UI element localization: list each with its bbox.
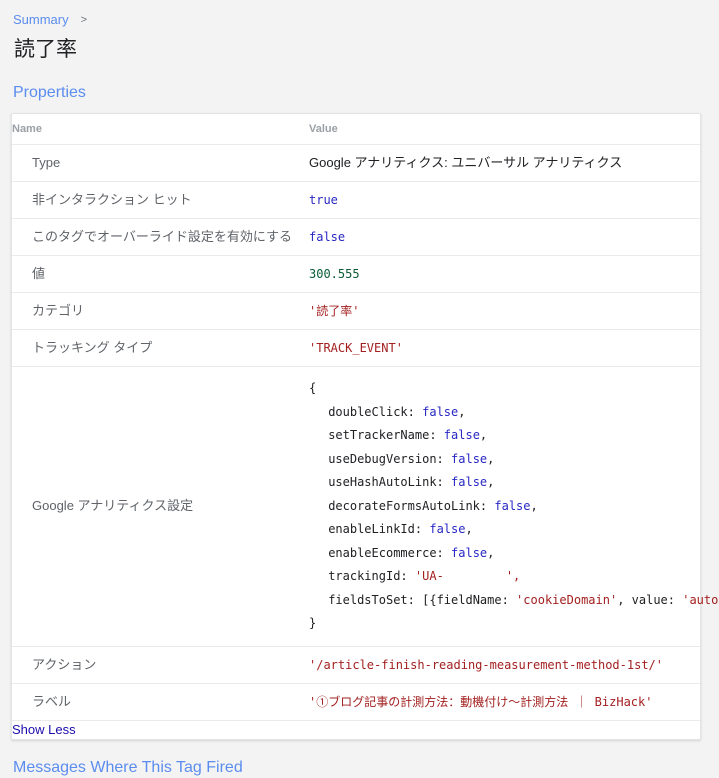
code-value: false [494, 498, 531, 513]
property-value: 'TRACK_EVENT' [300, 329, 700, 367]
code-comma: , [487, 475, 495, 489]
table-row: トラッキング タイプ 'TRACK_EVENT' [12, 329, 700, 367]
property-value: '①ブログ記事の計測方法：動機付け〜計測方法 ｜ BizHack' [300, 683, 700, 721]
property-name: アクション [12, 646, 300, 684]
property-value-text: Google アナリティクス: ユニバーサル アナリティクス [309, 155, 623, 170]
table-header-row: Name Value [12, 114, 700, 145]
property-name: カテゴリ [12, 292, 300, 330]
properties-card: Name Value Type Google アナリティクス: ユニバーサル ア… [11, 113, 719, 740]
code-key-fields-to-set: fieldsToSet: [328, 592, 415, 607]
analytics-settings-code: { doubleClick: false, setTrackerName: fa… [309, 377, 719, 636]
code-key: setTrackerName: [328, 428, 437, 442]
table-row: このタグでオーバーライド設定を有効にする false [12, 218, 700, 256]
code-value: false [451, 451, 488, 466]
property-value: 300.555 [300, 255, 700, 293]
code-value: false [451, 475, 488, 489]
code-comma: , [479, 428, 488, 442]
table-row-show-less: Show Less [12, 720, 700, 739]
messages-where-this-tag-fired-link[interactable]: Messages Where This Tag Fired [13, 758, 243, 778]
code-key-tracking-id: trackingId: [328, 569, 408, 583]
code-key: enableLinkId: [328, 522, 423, 536]
show-less-cell: Show Less [12, 720, 700, 739]
code-key: useHashAutoLink: [328, 475, 444, 489]
code-fields-mid: , value: [617, 592, 683, 607]
table-row: 値 300.555 [12, 255, 700, 293]
property-value-text: '読了率' [309, 304, 360, 318]
breadcrumb-separator-icon: > [80, 14, 88, 26]
code-value: false [429, 522, 466, 536]
show-less-link[interactable]: Show Less [12, 722, 76, 737]
table-row: Type Google アナリティクス: ユニバーサル アナリティクス [12, 144, 700, 182]
property-value-text: false [309, 230, 346, 244]
code-key: useDebugVersion: [328, 451, 444, 466]
column-header-value: Value [300, 114, 700, 145]
code-comma: , [465, 522, 473, 536]
column-header-name: Name [12, 114, 300, 145]
properties-heading: Properties [13, 84, 86, 101]
tag-detail-page: Summary > 読了率 Properties Name Value Type … [0, 0, 719, 776]
code-value-tracking-id-suffix: ', [505, 569, 521, 583]
property-value-text: '/article-finish-reading-measurement-met… [309, 657, 664, 672]
property-value: false [300, 218, 700, 256]
property-value: '読了率' [300, 292, 700, 330]
table-row-analytics-settings: Google アナリティクス設定 { doubleClick: false, s… [12, 366, 719, 647]
property-name: ラベル [12, 683, 300, 721]
table-row: カテゴリ '読了率' [12, 292, 700, 330]
property-value: Google アナリティクス: ユニバーサル アナリティクス [300, 144, 700, 182]
page-title: 読了率 [14, 38, 77, 61]
code-fields-open: [{fieldName: [422, 592, 517, 607]
properties-table-body: Type Google アナリティクス: ユニバーサル アナリティクス 非インタ… [12, 144, 719, 739]
code-comma: , [530, 498, 538, 513]
code-comma: , [487, 451, 495, 466]
code-value: false [422, 404, 459, 419]
breadcrumb-link-summary[interactable]: Summary [13, 12, 69, 27]
property-value-text: true [309, 193, 338, 207]
code-value: false [443, 428, 480, 442]
property-value-code: { doubleClick: false, setTrackerName: fa… [300, 366, 719, 647]
breadcrumb: Summary > [0, 0, 719, 28]
properties-table: Name Value Type Google アナリティクス: ユニバーサル ア… [12, 114, 719, 739]
properties-table-head: Name Value [12, 114, 700, 145]
property-name: Google アナリティクス設定 [12, 366, 300, 647]
property-value: '/article-finish-reading-measurement-met… [300, 646, 700, 684]
code-key: decorateFormsAutoLink: [328, 498, 488, 513]
table-row: アクション '/article-finish-reading-measureme… [12, 646, 700, 684]
code-comma: , [458, 404, 466, 419]
code-field-name: 'cookieDomain' [516, 592, 618, 607]
code-close-brace: } [309, 616, 317, 630]
property-name: 値 [12, 255, 300, 293]
property-name: Type [12, 144, 300, 182]
code-key: doubleClick: [328, 404, 415, 419]
code-comma: , [487, 545, 495, 560]
property-value-text: 300.555 [309, 267, 360, 281]
property-name: 非インタラクション ヒット [12, 181, 300, 219]
code-key: enableEcommerce: [328, 545, 444, 560]
property-value-text: 'TRACK_EVENT' [309, 341, 403, 355]
table-row: ラベル '①ブログ記事の計測方法：動機付け〜計測方法 ｜ BizHack' [12, 683, 700, 721]
table-row: 非インタラクション ヒット true [12, 181, 700, 219]
property-value: true [300, 181, 700, 219]
code-field-value: 'auto' [682, 592, 719, 607]
code-value-tracking-id-prefix: 'UA- [414, 569, 444, 583]
property-name: このタグでオーバーライド設定を有効にする [12, 218, 300, 256]
property-value-text: '①ブログ記事の計測方法：動機付け〜計測方法 ｜ BizHack' [309, 694, 653, 709]
code-value: false [451, 545, 488, 560]
property-name: トラッキング タイプ [12, 329, 300, 367]
code-open-brace: { [309, 381, 317, 395]
